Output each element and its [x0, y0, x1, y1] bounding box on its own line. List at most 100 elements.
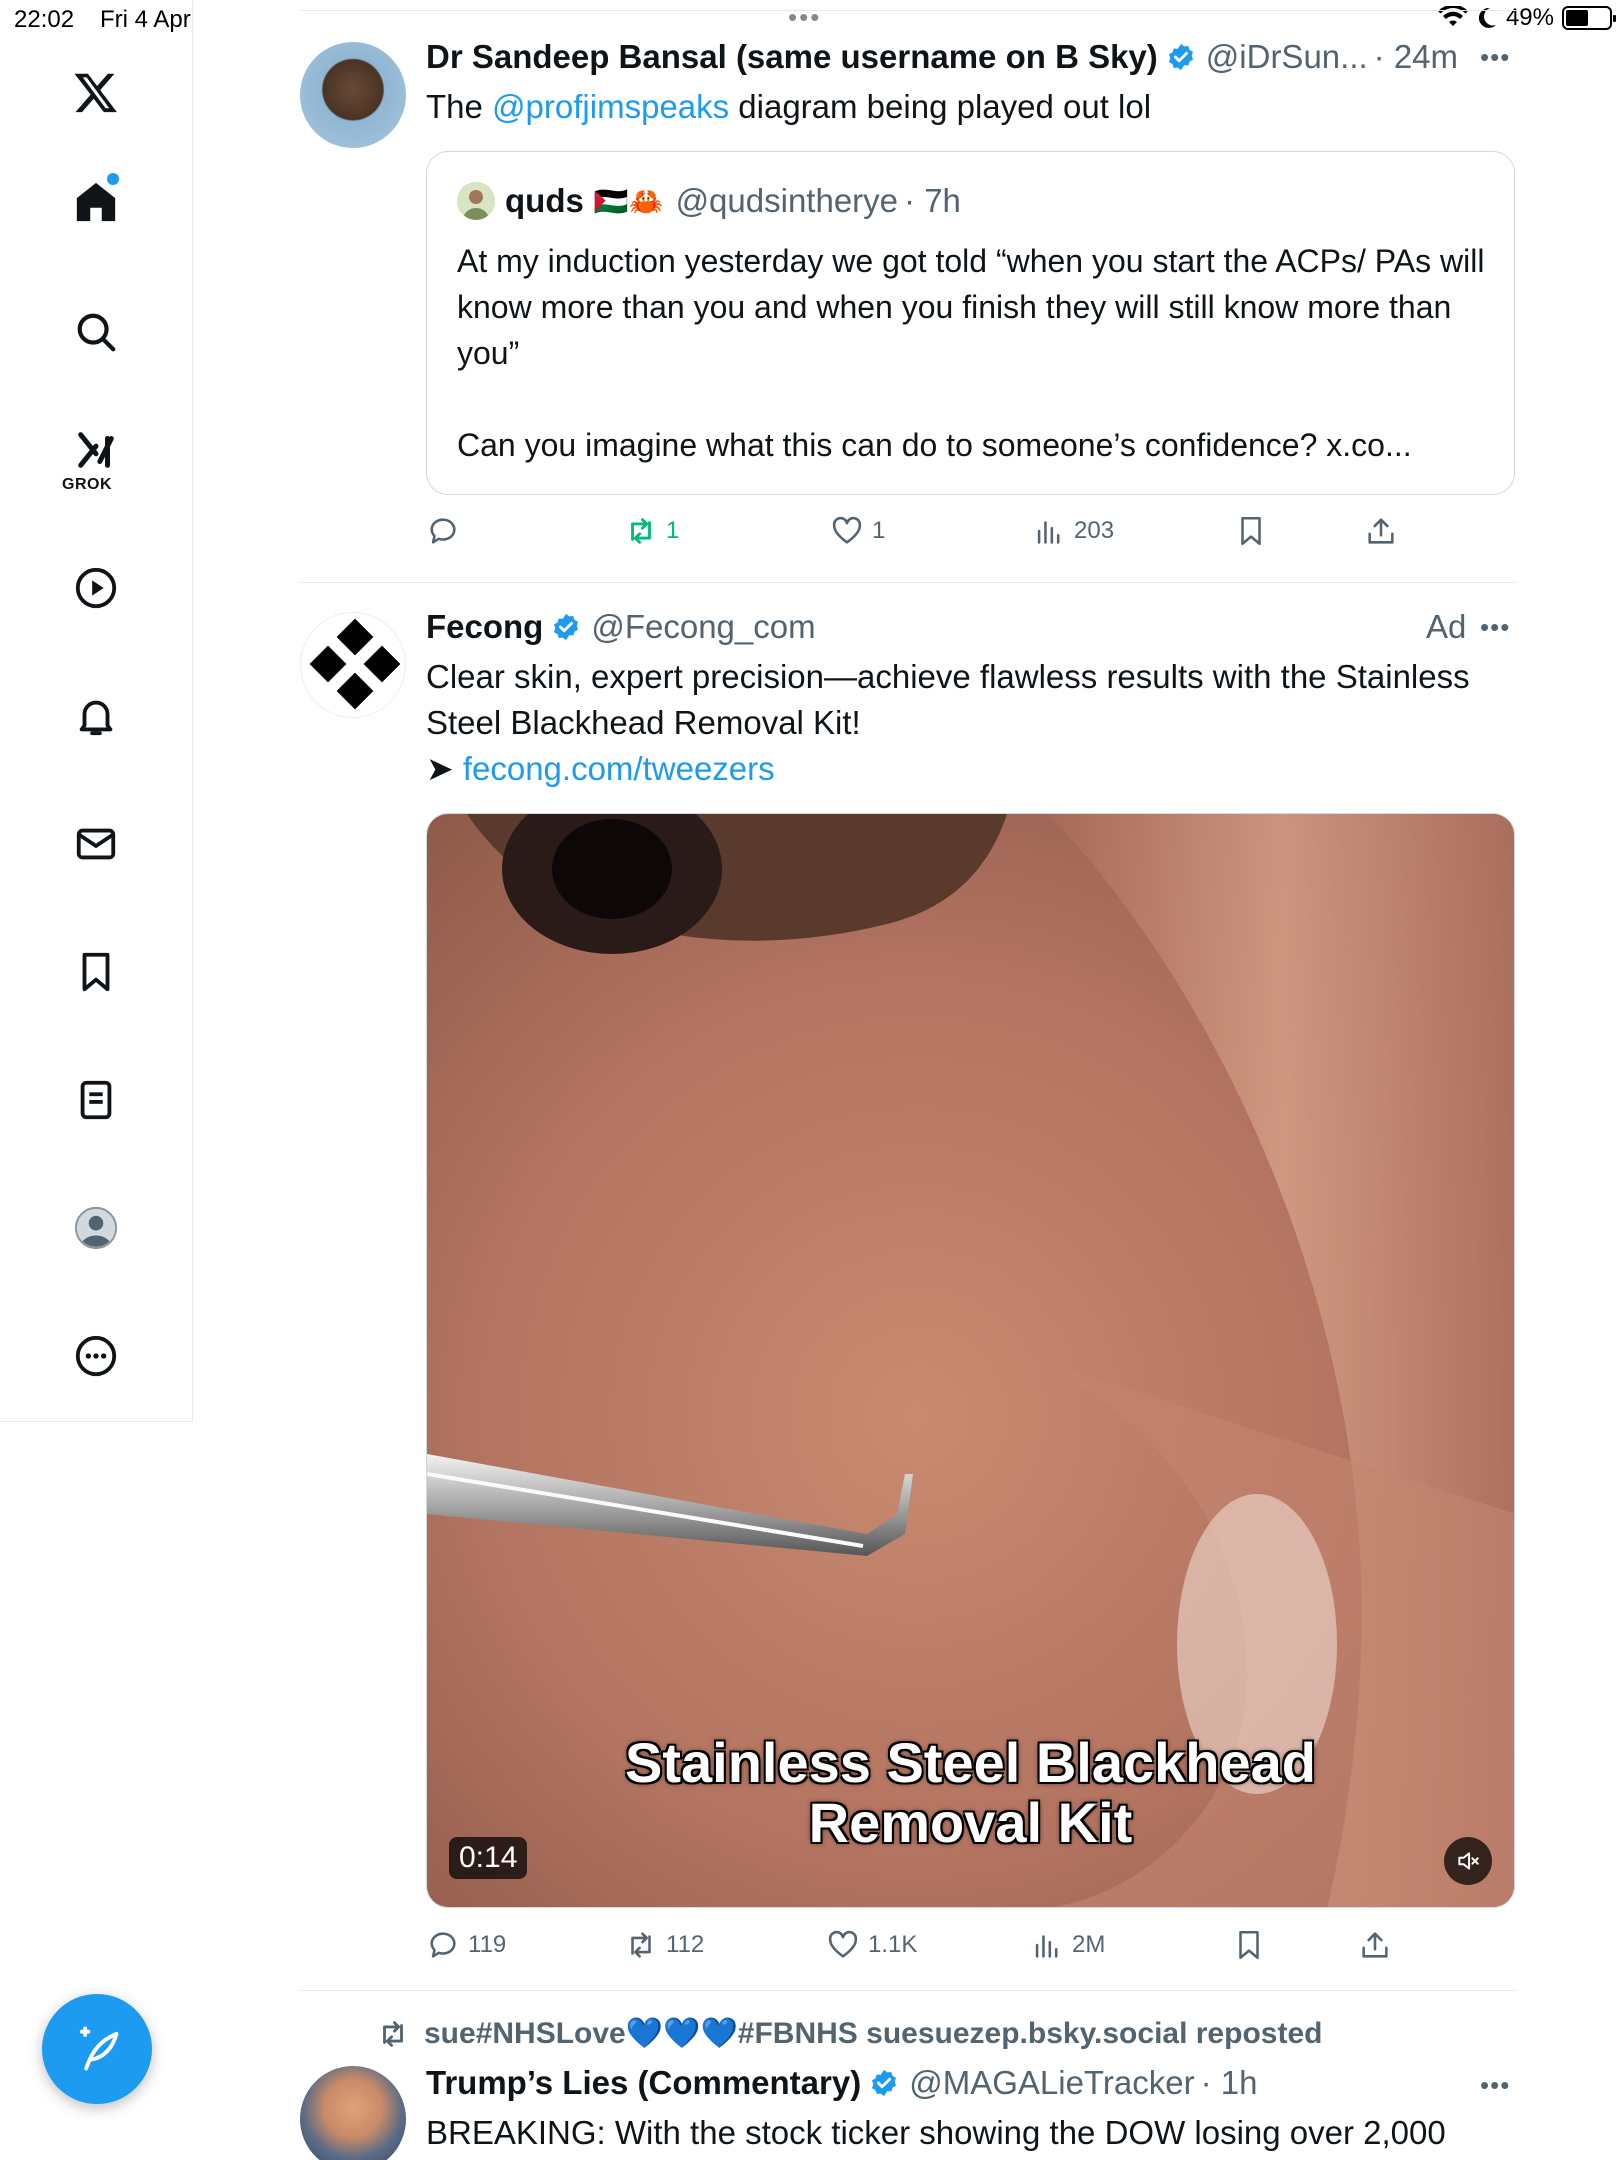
- bookmark-icon: [1239, 1930, 1259, 1960]
- fecong-logo-icon: [309, 618, 401, 710]
- quote-author-handle[interactable]: @qudsintherye: [676, 182, 898, 220]
- notifications-icon[interactable]: [66, 686, 126, 746]
- battery-percent: 49%: [1505, 4, 1554, 31]
- mute-button[interactable]: [1444, 1837, 1492, 1885]
- tweet1-text-suffix: diagram being played out lol: [729, 88, 1152, 125]
- tweet2-text: Clear skin, expert precision—achieve fla…: [426, 658, 1470, 741]
- quote-header: quds 🇵🇸🦀 @qudsintherye · 7h: [505, 182, 961, 220]
- profile-icon[interactable]: [66, 1198, 126, 1258]
- tweet2-repost-count: 112: [666, 1931, 705, 1958]
- tweet2-author-handle[interactable]: @Fecong_com: [591, 608, 815, 646]
- home-notification-dot: [107, 173, 119, 185]
- tweet1-avatar[interactable]: [300, 42, 406, 148]
- tweet1-quote-card[interactable]: quds 🇵🇸🦀 @qudsintherye · 7h At my induct…: [426, 151, 1515, 495]
- heart-icon: [832, 516, 862, 544]
- tweet3-header: Trump’s Lies (Commentary) @MAGALieTracke…: [426, 2064, 1257, 2102]
- repost-icon: [631, 518, 651, 544]
- tweet1-bookmark-button[interactable]: [1234, 514, 1268, 548]
- quote-author-emoji: 🇵🇸🦀: [593, 185, 664, 217]
- tweet2-repost-button[interactable]: 112: [624, 1928, 704, 1962]
- tweet2-link-line: ➤ fecong.com/tweezers: [426, 746, 775, 792]
- video-caption-line2: Removal Kit: [808, 1791, 1133, 1854]
- tweet3-author-handle[interactable]: @MAGALieTracker: [909, 2064, 1194, 2102]
- quote-avatar-image: [457, 182, 495, 220]
- tweet1-author-name[interactable]: Dr Sandeep Bansal (same username on B Sk…: [426, 38, 1158, 76]
- tweet1-text-prefix: The: [426, 88, 493, 125]
- tweet1-share-button[interactable]: [1364, 514, 1398, 548]
- tweet3-text: BREAKING: With the stock ticker showing …: [426, 2114, 1446, 2151]
- more-icon[interactable]: [66, 1326, 126, 1386]
- video-icon[interactable]: [66, 558, 126, 618]
- tweet1-author-handle[interactable]: @iDrSun...: [1206, 38, 1368, 76]
- grok-label: GROK: [62, 476, 112, 493]
- search-icon[interactable]: [66, 302, 126, 362]
- tweet3-more-icon[interactable]: •••: [1480, 2070, 1510, 2101]
- tweet2-like-count: 1.1K: [868, 1931, 918, 1958]
- status-icons: 49%: [1437, 4, 1616, 32]
- tweet3-reposted-by[interactable]: sue#NHSLove💙💙💙#FBNHS suesuezep.bsky.soci…: [424, 2016, 1322, 2051]
- mail-svg: [76, 828, 116, 860]
- bookmark-icon: [1241, 516, 1261, 546]
- tweet2-like-button[interactable]: 1.1K: [826, 1928, 917, 1962]
- verified-badge-icon: [872, 2069, 897, 2097]
- messages-icon[interactable]: [66, 814, 126, 874]
- tweet1-views-button[interactable]: 203: [1032, 514, 1114, 548]
- muted-speaker-icon: [1458, 1852, 1479, 1870]
- feed-top-divider: [300, 10, 1517, 11]
- tweet2-views-button[interactable]: 2M: [1030, 1928, 1105, 1962]
- tweet1-view-count: 203: [1074, 517, 1115, 544]
- video-caption-line1: Stainless Steel Blackhead: [624, 1731, 1316, 1794]
- multitasking-dots[interactable]: •••: [788, 2, 821, 33]
- tweet1-repost-count: 1: [666, 517, 680, 544]
- tweet1-more-icon[interactable]: •••: [1480, 42, 1510, 73]
- video-duration: 0:14: [449, 1837, 528, 1879]
- list-svg: [80, 1080, 112, 1120]
- tweet2-bookmark-button[interactable]: [1232, 1928, 1266, 1962]
- arrow-icon: ➤: [426, 750, 463, 787]
- battery-icon: [1562, 6, 1616, 30]
- quote-text: At my induction yesterday we got told “w…: [457, 243, 1485, 463]
- compose-feather-icon: [79, 2026, 119, 2071]
- tweet2-link[interactable]: fecong.com/tweezers: [463, 750, 775, 787]
- tweet1-reply-button[interactable]: [426, 514, 468, 548]
- status-bar: 22:02 Fri 4 Apr ••• 49%: [0, 0, 1620, 40]
- x-logo-icon[interactable]: [66, 62, 126, 122]
- tweet2-actions: 119 112 1.1K 2M: [426, 1928, 1516, 1968]
- ad-label: Ad: [1426, 608, 1467, 645]
- tweet2-video[interactable]: Stainless Steel Blackhead Removal Kit 0:…: [426, 813, 1515, 1908]
- profile-svg: [74, 1206, 118, 1250]
- tweet1-repost-button[interactable]: 1: [624, 514, 679, 548]
- tweet2-more-icon[interactable]: •••: [1480, 612, 1510, 643]
- quote-author-name[interactable]: quds: [505, 182, 584, 220]
- compose-button[interactable]: [42, 1994, 152, 2104]
- tweet3-avatar[interactable]: [300, 2066, 406, 2160]
- tweet3-author-name[interactable]: Trump’s Lies (Commentary): [426, 2064, 861, 2102]
- tweet1-like-button[interactable]: 1: [830, 514, 885, 548]
- more-svg: [75, 1335, 117, 1377]
- tweet1-mention-link[interactable]: @profjimspeaks: [492, 88, 729, 125]
- tweet1-actions: 1 1 203: [426, 514, 1516, 554]
- tweet2-divider: [300, 1990, 1517, 1991]
- tweet2-reply-button[interactable]: 119: [426, 1928, 506, 1962]
- tweet1-time[interactable]: · 24m: [1374, 38, 1458, 76]
- tweet1-text: The @profjimspeaks diagram being played …: [426, 84, 1516, 130]
- quote-avatar[interactable]: [457, 182, 495, 220]
- bell-svg: [79, 700, 113, 736]
- x-logo-svg: [74, 73, 117, 113]
- tweet2-share-button[interactable]: [1358, 1928, 1392, 1962]
- tweet3-repost-context: sue#NHSLove💙💙💙#FBNHS suesuezep.bsky.soci…: [376, 2016, 1322, 2051]
- grok-svg: [78, 432, 114, 468]
- views-icon: [1035, 1935, 1058, 1958]
- bookmarks-icon[interactable]: [66, 942, 126, 1002]
- quote-time[interactable]: · 7h: [904, 182, 961, 220]
- lists-icon[interactable]: [66, 1070, 126, 1130]
- tweet2-avatar[interactable]: [300, 612, 406, 718]
- tweet2-author-name[interactable]: Fecong: [426, 608, 543, 646]
- grok-icon[interactable]: [66, 420, 126, 480]
- verified-badge-icon: [554, 613, 579, 641]
- reply-icon: [430, 1932, 456, 1958]
- repost-icon: [383, 2020, 403, 2047]
- share-icon: [1362, 1932, 1388, 1958]
- tweet3-time[interactable]: · 1h: [1201, 2064, 1258, 2102]
- tweet1-like-count: 1: [872, 517, 886, 544]
